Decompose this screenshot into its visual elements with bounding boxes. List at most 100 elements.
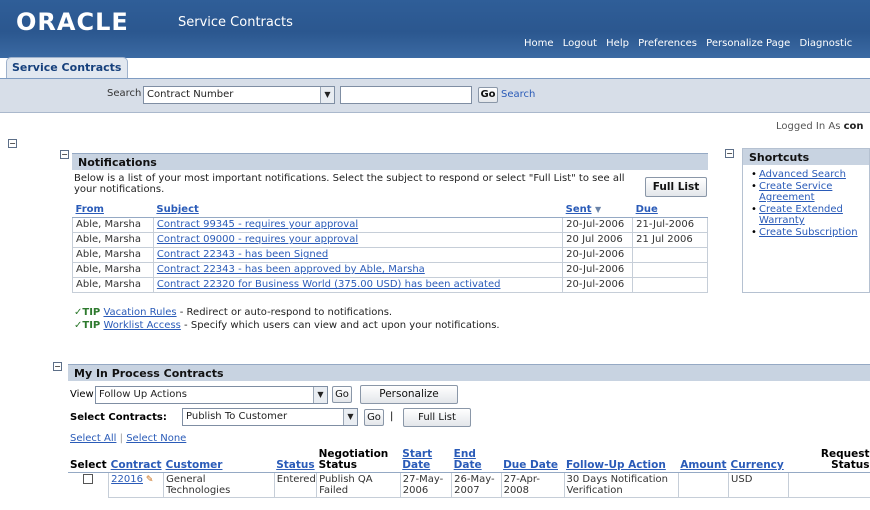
- notification-due: [632, 246, 708, 263]
- notification-from: Able, Marsha: [72, 246, 154, 263]
- notification-due: 21-Jul-2006: [632, 216, 708, 233]
- global-link-logout[interactable]: Logout: [563, 38, 597, 49]
- row-select-checkbox[interactable]: [83, 474, 94, 484]
- global-link-personalize-page[interactable]: Personalize Page: [706, 38, 790, 49]
- notifications-description: Below is a list of your most important n…: [74, 173, 625, 195]
- global-link-help[interactable]: Help: [606, 38, 629, 49]
- global-link-diagnostics[interactable]: Diagnostic: [799, 38, 852, 49]
- sort-start-date[interactable]: Start Date: [402, 448, 432, 471]
- notification-from: Able, Marsha: [72, 261, 154, 278]
- contracts-full-list-button[interactable]: Full List: [403, 408, 471, 427]
- select-none-link[interactable]: Select None: [126, 433, 186, 444]
- search-go-button[interactable]: Go: [478, 87, 498, 103]
- select-go-button[interactable]: Go: [364, 409, 384, 426]
- contract-start-date: 27-May-2006: [399, 472, 453, 498]
- notification-sent: 20-Jul-2006: [562, 276, 634, 293]
- personalize-button[interactable]: Personalize: [360, 385, 458, 404]
- table-row: Able, Marsha Contract 22320 for Business…: [72, 276, 708, 293]
- notification-subject-link[interactable]: Contract 09000 - requires your approval: [157, 234, 358, 245]
- global-links: Home Logout Help Preferences Personalize…: [524, 38, 858, 49]
- sort-due[interactable]: Due: [636, 204, 658, 215]
- separator: |: [390, 411, 394, 422]
- col-negotiation-status: Negotiation Status: [316, 448, 401, 473]
- view-select[interactable]: Follow Up Actions ▼: [95, 386, 328, 404]
- search-type-select[interactable]: Contract Number ▼: [143, 86, 335, 104]
- app-title: Service Contracts: [178, 15, 293, 30]
- sort-currency[interactable]: Currency: [731, 459, 784, 471]
- full-list-button[interactable]: Full List: [645, 177, 707, 197]
- select-contracts-select[interactable]: Publish To Customer ▼: [182, 408, 358, 426]
- contract-request-status: [787, 472, 870, 498]
- contract-number-link[interactable]: 22016: [111, 474, 143, 485]
- tip-label: TIP: [82, 320, 101, 331]
- shortcut-create-extended-warranty[interactable]: Create Extended Warranty: [759, 204, 843, 226]
- select-all-link[interactable]: Select All: [70, 433, 116, 444]
- table-row: 22016 ✎ General Technologies Entered Pub…: [68, 472, 870, 498]
- notification-due: [632, 276, 708, 293]
- branding-bar: ORACLE Service Contracts Home Logout Hel…: [0, 0, 870, 58]
- global-link-preferences[interactable]: Preferences: [638, 38, 697, 49]
- notification-sent: 20 Jul 2006: [562, 231, 634, 248]
- notification-subject-link[interactable]: Contract 22343 - has been Signed: [157, 249, 328, 260]
- view-go-button[interactable]: Go: [332, 386, 352, 403]
- contract-currency: USD: [728, 472, 789, 498]
- list-item: Advanced Search: [747, 169, 867, 180]
- sort-customer[interactable]: Customer: [166, 459, 223, 471]
- vacation-rules-link[interactable]: Vacation Rules: [103, 307, 176, 318]
- contract-end-date: 26-May-2007: [451, 472, 502, 498]
- contract-due-date: 27-Apr-2008: [500, 472, 565, 498]
- search-label: Search: [107, 88, 142, 99]
- col-request-status: Request Status: [788, 448, 870, 473]
- tip-label: TIP: [82, 307, 101, 318]
- notification-from: Able, Marsha: [72, 216, 154, 233]
- search-input[interactable]: [340, 86, 472, 104]
- search-link[interactable]: Search: [501, 89, 535, 100]
- chevron-down-icon: ▼: [320, 87, 334, 103]
- sort-status[interactable]: Status: [276, 459, 314, 471]
- tab-service-contracts[interactable]: Service Contracts: [6, 57, 128, 79]
- contracts-header: My In Process Contracts: [68, 364, 870, 381]
- sort-amount[interactable]: Amount: [680, 459, 726, 471]
- contract-follow-up-action: 30 Days Notification Verification: [563, 472, 679, 498]
- notifications-collapse-icon[interactable]: −: [60, 150, 69, 159]
- contracts-collapse-icon[interactable]: −: [53, 362, 62, 371]
- logged-in-user: con: [843, 121, 864, 132]
- notification-subject-link[interactable]: Contract 99345 - requires your approval: [157, 219, 358, 230]
- notification-subject-link[interactable]: Contract 22320 for Business World (375.0…: [157, 279, 501, 290]
- select-contracts-value: Publish To Customer: [186, 411, 288, 422]
- sort-subject[interactable]: Subject: [156, 204, 198, 215]
- shortcuts-list: Advanced Search Create Service Agreement…: [747, 169, 867, 239]
- table-row: Able, Marsha Contract 22343 - has been a…: [72, 261, 708, 278]
- edit-icon[interactable]: ✎: [143, 475, 154, 485]
- sort-from[interactable]: From: [76, 204, 104, 215]
- notification-from: Able, Marsha: [72, 231, 154, 248]
- list-item: Create Subscription: [747, 227, 867, 238]
- shortcut-advanced-search[interactable]: Advanced Search: [759, 169, 846, 180]
- notification-sent: 20-Jul-2006: [562, 216, 634, 233]
- collapse-icon[interactable]: −: [8, 139, 17, 148]
- worklist-access-link[interactable]: Worklist Access: [103, 320, 180, 331]
- notification-from: Able, Marsha: [72, 276, 154, 293]
- sort-contract[interactable]: Contract: [111, 459, 162, 471]
- sort-due-date[interactable]: Due Date: [503, 459, 558, 471]
- sort-follow-up-action[interactable]: Follow-Up Action: [566, 459, 666, 471]
- shortcuts-header: Shortcuts: [743, 149, 869, 165]
- notification-subject-link[interactable]: Contract 22343 - has been approved by Ab…: [157, 264, 425, 275]
- shortcut-create-subscription[interactable]: Create Subscription: [759, 227, 858, 238]
- sort-end-date[interactable]: End Date: [454, 448, 482, 471]
- tip-vacation-rules: ✓TIP Vacation Rules - Redirect or auto-r…: [74, 307, 392, 318]
- global-link-home[interactable]: Home: [524, 38, 554, 49]
- shortcuts-collapse-icon[interactable]: −: [725, 149, 734, 158]
- logged-in-text: Logged In As con: [776, 121, 864, 132]
- notifications-table: From Subject Sent ▼ Due Able, Marsha Con…: [72, 203, 708, 293]
- search-type-value: Contract Number: [147, 89, 234, 100]
- notification-due: [632, 261, 708, 278]
- shortcut-create-service-agreement[interactable]: Create Service Agreement: [759, 181, 832, 203]
- sort-sent[interactable]: Sent: [566, 204, 592, 215]
- table-row: Able, Marsha Contract 09000 - requires y…: [72, 231, 708, 248]
- notifications-header: Notifications: [72, 153, 708, 170]
- contract-status: Entered: [273, 472, 318, 498]
- col-select: Select: [68, 448, 109, 473]
- notification-sent: 20-Jul-2006: [562, 246, 634, 263]
- oracle-logo: ORACLE: [16, 8, 129, 36]
